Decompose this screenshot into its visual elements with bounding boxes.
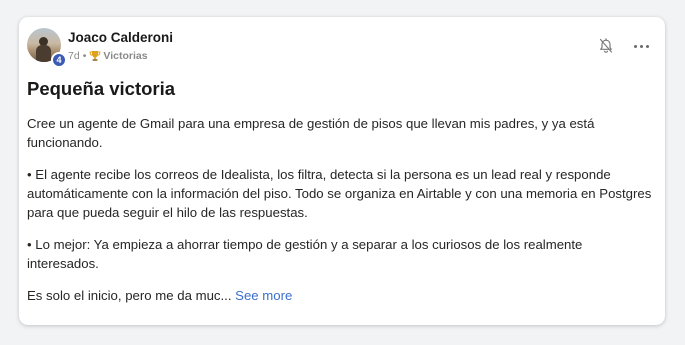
- post-card: 4 Joaco Calderoni 7d • Victorias Pequeña…: [19, 17, 665, 325]
- meta-separator: •: [82, 50, 87, 62]
- post-paragraph: • Lo mejor: Ya empieza a ahorrar tiempo …: [27, 237, 583, 271]
- post-paragraph-truncated: Es solo el inicio, pero me da muc... See…: [27, 286, 657, 305]
- author-name[interactable]: Joaco Calderoni: [68, 30, 173, 45]
- post-meta: 7d • Victorias: [68, 50, 148, 62]
- category-link[interactable]: Victorias: [103, 50, 147, 62]
- see-more-link[interactable]: See more: [235, 288, 292, 303]
- post-title[interactable]: Pequeña victoria: [27, 78, 175, 100]
- author-avatar[interactable]: 4: [27, 28, 67, 68]
- notification-toggle-button[interactable]: [597, 37, 615, 55]
- trophy-icon: [90, 51, 101, 61]
- bell-off-icon: [599, 38, 613, 53]
- more-options-button[interactable]: [630, 37, 652, 55]
- post-time: 7d: [68, 50, 80, 62]
- post-body: Cree un agente de Gmail para una empresa…: [27, 114, 657, 318]
- post-paragraph: Cree un agente de Gmail para una empresa…: [27, 116, 595, 150]
- truncated-text: Es solo el inicio, pero me da muc...: [27, 288, 232, 303]
- level-badge: 4: [51, 52, 67, 68]
- post-paragraph: • El agente recibe los correos de Ideali…: [27, 167, 652, 220]
- more-horizontal-icon: [633, 44, 637, 48]
